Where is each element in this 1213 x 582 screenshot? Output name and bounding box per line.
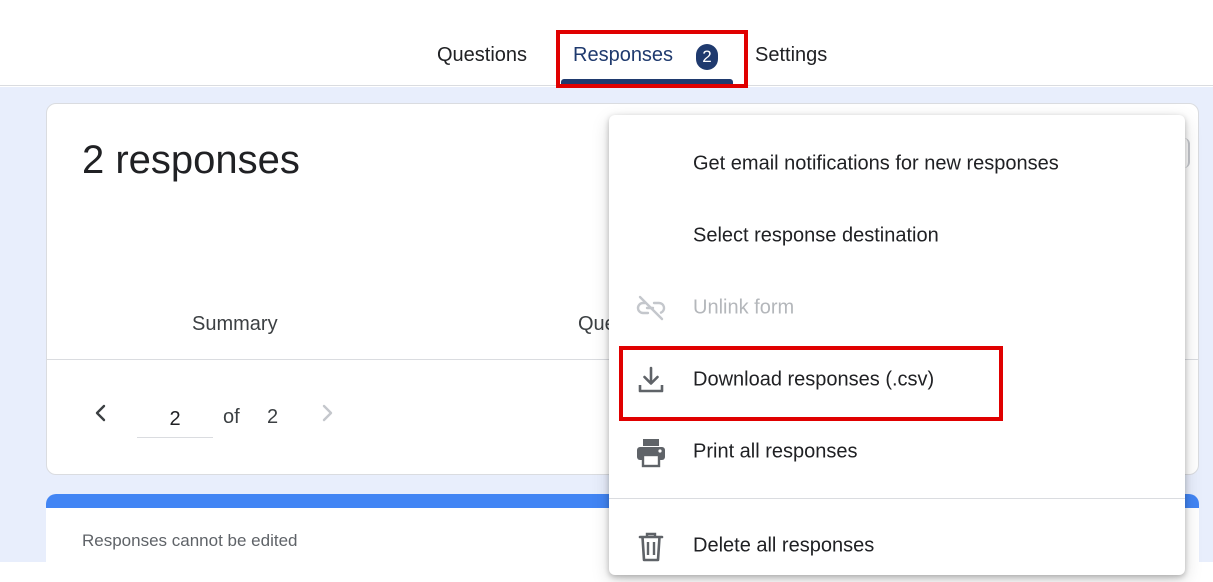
tab-responses[interactable]: Responses: [573, 44, 673, 67]
responses-count-title: 2 responses: [82, 138, 300, 182]
trash-icon: [633, 528, 669, 564]
chevron-left-icon: [95, 404, 106, 422]
next-page-button[interactable]: [316, 401, 338, 425]
menu-item-label: Download responses (.csv): [693, 368, 935, 391]
pager-total-pages: 2: [267, 406, 279, 428]
menu-item-email-notifications[interactable]: Get email notifications for new response…: [609, 128, 1185, 200]
chevron-right-icon: [322, 404, 333, 422]
top-tab-bar: Questions Responses 2 Settings: [0, 0, 1213, 86]
page-number-input[interactable]: [137, 402, 213, 438]
menu-item-label: Unlink form: [693, 296, 795, 319]
pager-of-label: of: [223, 406, 240, 428]
link-off-icon: [633, 290, 669, 326]
menu-item-label: Print all responses: [693, 440, 858, 463]
tab-questions[interactable]: Questions: [437, 44, 527, 67]
menu-item-label: Get email notifications for new response…: [693, 152, 1059, 175]
printer-icon: [633, 434, 669, 470]
menu-item-label: Delete all responses: [693, 534, 875, 557]
active-tab-indicator: [561, 79, 733, 84]
previous-page-button[interactable]: [90, 401, 112, 425]
responses-not-editable-notice: Responses cannot be edited: [82, 531, 298, 550]
menu-divider: [609, 498, 1185, 499]
menu-item-print-all[interactable]: Print all responses: [609, 416, 1185, 488]
menu-item-select-destination[interactable]: Select response destination: [609, 200, 1185, 272]
responses-count-badge: 2: [696, 44, 718, 70]
responses-more-menu: Get email notifications for new response…: [609, 115, 1185, 575]
tab-settings[interactable]: Settings: [755, 44, 827, 67]
download-icon: [633, 362, 669, 398]
menu-item-download-csv[interactable]: Download responses (.csv): [609, 344, 1185, 416]
menu-item-label: Select response destination: [693, 224, 939, 247]
subtab-question[interactable]: Question: [578, 313, 609, 336]
menu-item-unlink-form: Unlink form: [609, 272, 1185, 344]
subtab-summary[interactable]: Summary: [192, 313, 278, 336]
menu-item-delete-all[interactable]: Delete all responses: [609, 510, 1185, 582]
